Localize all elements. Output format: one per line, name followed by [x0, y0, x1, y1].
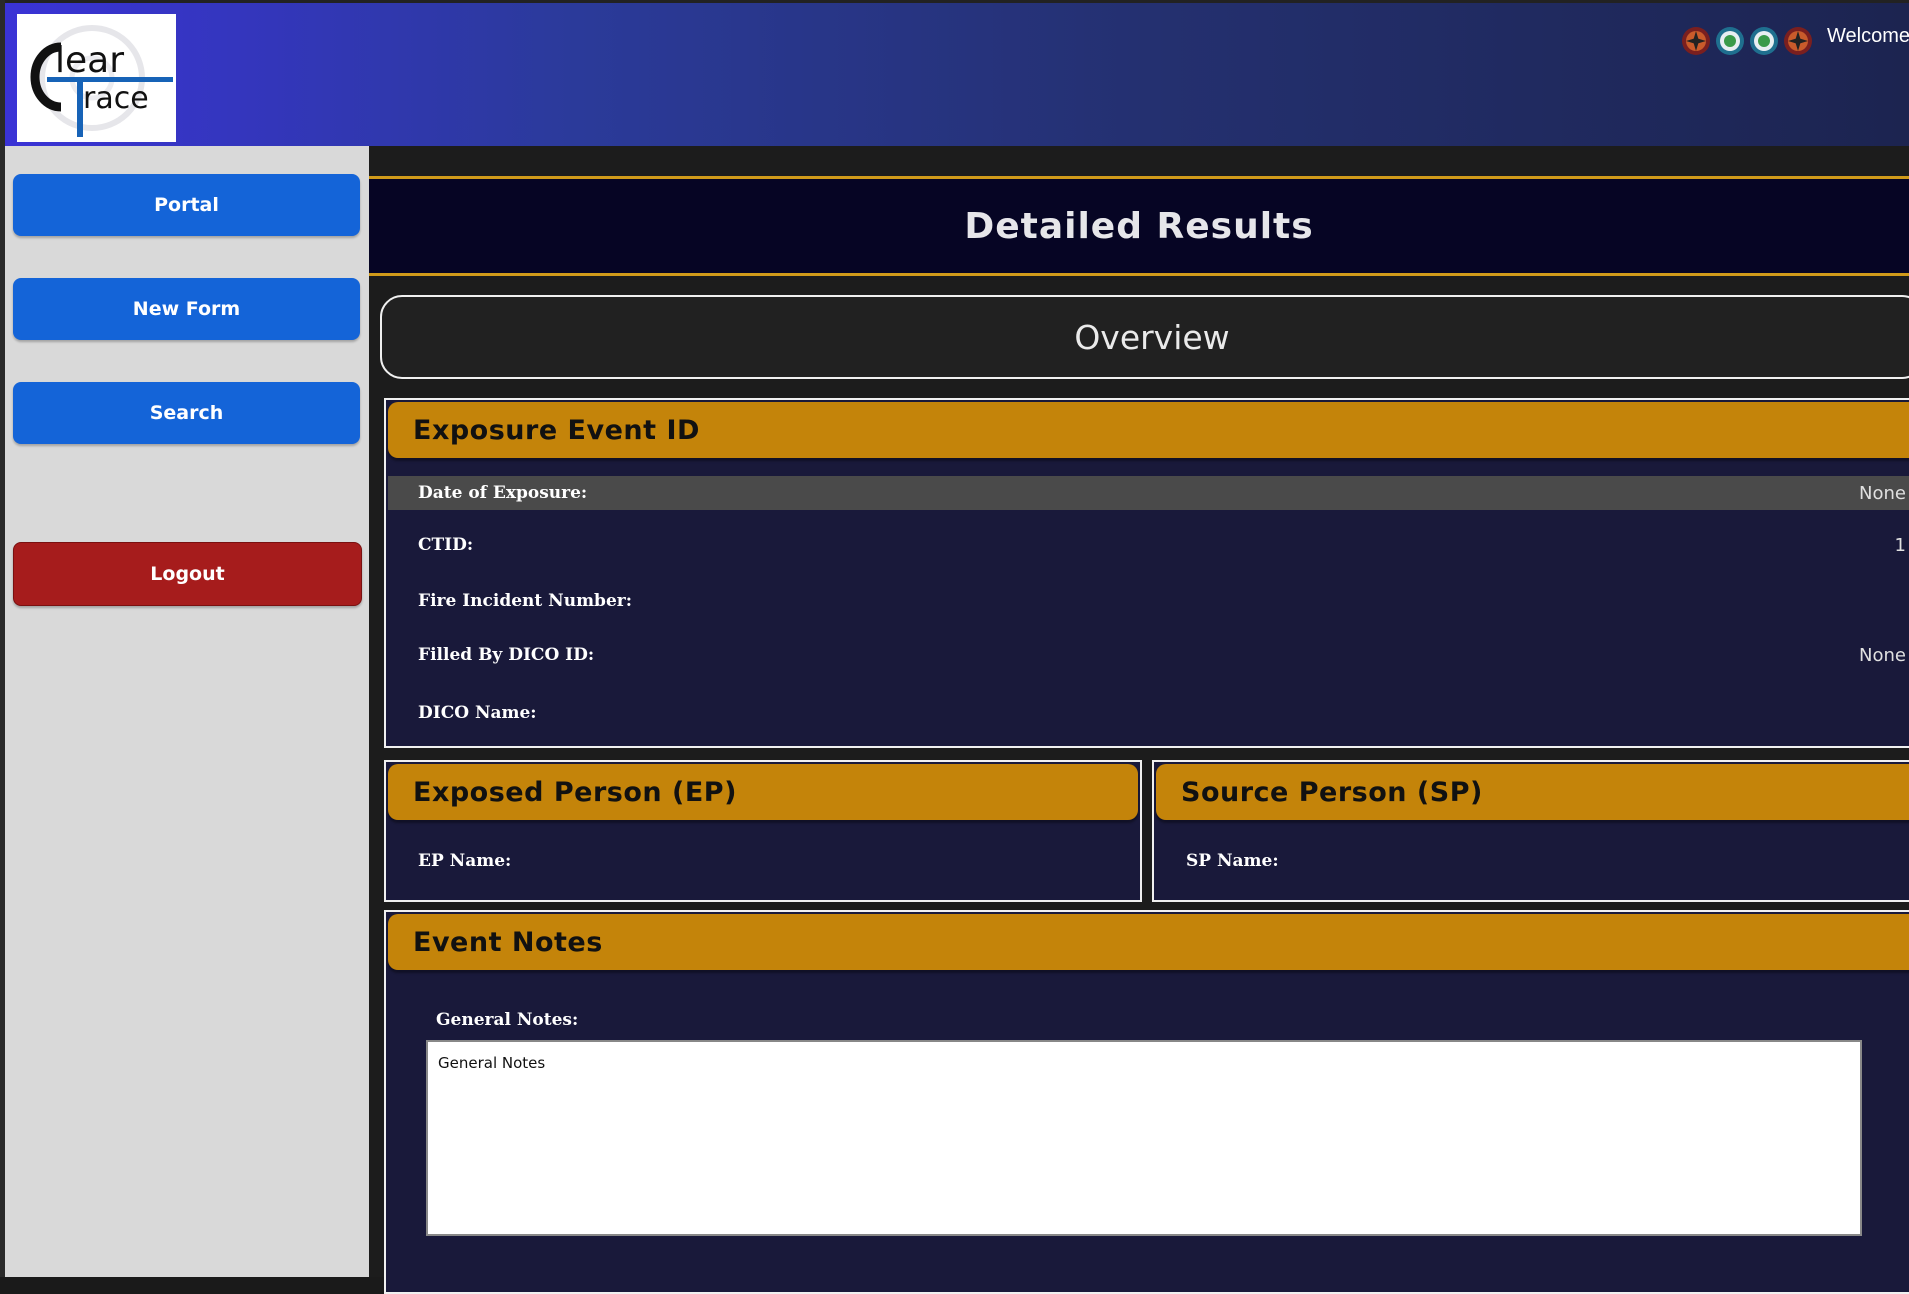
exposed-person-panel: Exposed Person (EP) EP Name: — [384, 760, 1142, 902]
source-person-title: Source Person (SP) — [1181, 776, 1483, 808]
clear-trace-logo[interactable]: lear race — [17, 14, 176, 142]
filled-by-dico-id-label: Filled By DICO ID: — [418, 645, 595, 665]
fire-incident-number-row: Fire Incident Number: — [388, 584, 1909, 618]
app-header: lear race Welcome, — [5, 0, 1909, 149]
svg-text:race: race — [83, 81, 149, 116]
sp-name-label: SP Name: — [1186, 851, 1279, 871]
exposure-event-header: Exposure Event ID — [388, 402, 1909, 458]
fire-department-badge-icon — [1784, 27, 1812, 55]
dico-name-row: DICO Name: — [388, 696, 1909, 730]
source-person-panel: Source Person (SP) SP Name: — [1152, 760, 1909, 902]
new-form-button[interactable]: New Form — [13, 278, 360, 340]
event-notes-title: Event Notes — [413, 926, 603, 958]
svg-text:lear: lear — [55, 40, 124, 81]
search-button[interactable]: Search — [13, 382, 360, 444]
date-of-exposure-row: Date of Exposure: None — [388, 476, 1909, 510]
exposure-event-panel: Exposure Event ID Date of Exposure: None… — [384, 398, 1909, 748]
exposed-person-header: Exposed Person (EP) — [388, 764, 1138, 820]
date-of-exposure-value: None — [1859, 482, 1906, 504]
filled-by-dico-id-row: Filled By DICO ID: None — [388, 638, 1909, 672]
general-notes-field[interactable]: General Notes — [426, 1040, 1862, 1236]
exposed-person-title: Exposed Person (EP) — [413, 776, 737, 808]
sp-name-row: SP Name: — [1156, 844, 1909, 878]
welcome-text: Welcome, — [1827, 25, 1909, 47]
logout-button[interactable]: Logout — [13, 542, 362, 606]
dico-name-label: DICO Name: — [418, 703, 537, 723]
ep-name-row: EP Name: — [388, 844, 1140, 878]
filled-by-dico-id-value: None — [1859, 644, 1906, 666]
sidebar: Portal New Form Search Logout — [5, 146, 369, 1277]
logo-graphic: lear race — [30, 25, 173, 137]
ctid-label: CTID: — [418, 535, 474, 555]
page-title: Detailed Results — [964, 205, 1314, 247]
source-person-header: Source Person (SP) — [1156, 764, 1909, 820]
portal-button[interactable]: Portal — [13, 174, 360, 236]
overview-heading: Overview — [380, 295, 1909, 379]
ep-name-label: EP Name: — [418, 851, 512, 871]
city-seal-icon — [1750, 27, 1778, 55]
main-content: Detailed Results Overview Exposure Event… — [369, 146, 1909, 1294]
date-of-exposure-label: Date of Exposure: — [418, 483, 588, 503]
event-notes-header: Event Notes — [388, 914, 1909, 970]
page-title-bar: Detailed Results — [369, 176, 1909, 276]
header-icon-group — [1681, 26, 1813, 56]
general-notes-label: General Notes: — [436, 1010, 579, 1030]
ctid-row: CTID: 1 — [388, 528, 1909, 562]
event-notes-panel: Event Notes General Notes: General Notes — [384, 910, 1909, 1294]
fire-incident-number-label: Fire Incident Number: — [418, 591, 632, 611]
city-seal-icon — [1716, 27, 1744, 55]
fire-department-badge-icon — [1682, 27, 1710, 55]
exposure-event-title: Exposure Event ID — [413, 414, 700, 446]
ctid-value: 1 — [1894, 534, 1906, 556]
